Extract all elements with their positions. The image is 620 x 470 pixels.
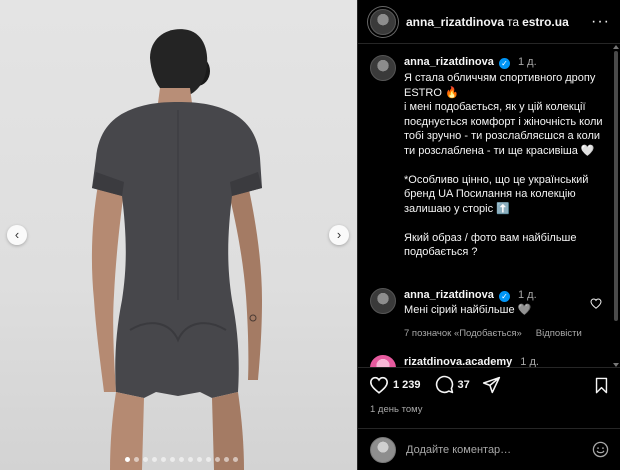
post-actions-bar: 1 239 37 — [358, 367, 620, 401]
carousel-indicator — [125, 457, 238, 462]
add-comment-bar — [358, 428, 620, 470]
post-caption: Я стала обличчям спортивного дропу ESTRO… — [404, 72, 603, 258]
carousel-dot — [125, 457, 130, 462]
carousel-dot — [206, 457, 211, 462]
verified-badge-icon: ✓ — [498, 291, 510, 302]
more-options-button[interactable]: ··· — [591, 13, 610, 31]
caption-author-avatar[interactable] — [370, 55, 396, 81]
comments-scrollbar[interactable] — [613, 45, 619, 367]
carousel-dot — [224, 457, 229, 462]
carousel-dot — [215, 457, 220, 462]
verified-badge-icon: ✓ — [498, 58, 510, 69]
comment-item: anna_rizatdinova ✓ 1 д. Мені сірий найбі… — [370, 288, 610, 341]
carousel-dot — [197, 457, 202, 462]
comment-author-avatar[interactable] — [370, 288, 396, 314]
comments-list[interactable]: anna_rizatdinova ✓ 1 д. Я стала обличчям… — [358, 45, 620, 367]
scrollbar-thumb[interactable] — [614, 51, 618, 321]
comment-button[interactable]: 37 — [435, 375, 470, 394]
reply-button[interactable]: Відповісти — [536, 326, 582, 341]
next-photo-button[interactable]: › — [329, 225, 349, 245]
chevron-right-icon: › — [336, 227, 342, 242]
previous-photo-button[interactable]: ‹ — [7, 225, 27, 245]
caption-author-link[interactable]: anna_rizatdinova — [404, 56, 494, 68]
chevron-left-icon: ‹ — [14, 227, 20, 242]
current-user-avatar — [370, 436, 396, 463]
authors-conjunction: та — [507, 14, 520, 29]
comment-author-avatar[interactable] — [370, 355, 396, 367]
post-details-panel: anna_rizatdinova та estro.ua ··· anna_riza… — [357, 0, 620, 470]
comment-input[interactable] — [406, 443, 576, 456]
post-authors: anna_rizatdinova та estro.ua — [406, 15, 569, 29]
heart-icon — [369, 376, 389, 394]
scroll-up-arrow-icon[interactable] — [613, 45, 619, 49]
collaborator-link[interactable]: estro.ua — [522, 15, 569, 29]
likes-count[interactable]: 1 239 — [393, 379, 421, 391]
post-timestamp: 1 день тому — [370, 404, 423, 415]
comment-item: rizatdinova.academy 1 д. — [370, 355, 610, 367]
author-link[interactable]: anna_rizatdinova — [406, 15, 504, 29]
post-photo[interactable]: ‹ › — [0, 0, 357, 470]
carousel-dot — [161, 457, 166, 462]
comment-author-link[interactable]: rizatdinova.academy — [404, 356, 512, 367]
carousel-dot — [152, 457, 157, 462]
carousel-dot — [143, 457, 148, 462]
carousel-dot — [179, 457, 184, 462]
paper-plane-icon — [482, 376, 500, 393]
comment-text: Мені сірий найбільше 🩶 — [404, 304, 532, 316]
carousel-dot — [188, 457, 193, 462]
like-button[interactable]: 1 239 — [369, 376, 421, 394]
comment-likes-count[interactable]: 7 позначок «Подобається» — [404, 326, 522, 341]
bookmark-icon[interactable] — [594, 377, 609, 394]
author-avatar[interactable] — [370, 8, 396, 35]
comment-time[interactable]: 1 д. — [518, 289, 537, 301]
comment-author-link[interactable]: anna_rizatdinova — [404, 289, 494, 301]
caption-time[interactable]: 1 д. — [518, 56, 537, 68]
comment-time[interactable]: 1 д. — [520, 356, 539, 367]
model-figure-illustration — [91, 29, 262, 470]
carousel-dot — [233, 457, 238, 462]
post-header: anna_rizatdinova та estro.ua ··· — [358, 0, 620, 44]
post-caption-block: anna_rizatdinova ✓ 1 д. Я стала обличчям… — [370, 55, 610, 260]
comment-like-heart-icon[interactable] — [590, 298, 602, 309]
carousel-dot — [134, 457, 139, 462]
smiley-icon[interactable] — [592, 441, 609, 458]
ellipsis-icon: ··· — [591, 12, 610, 30]
comments-count[interactable]: 37 — [458, 379, 470, 391]
share-button[interactable] — [482, 376, 501, 394]
carousel-dot — [170, 457, 175, 462]
comment-bubble-icon — [435, 375, 453, 394]
